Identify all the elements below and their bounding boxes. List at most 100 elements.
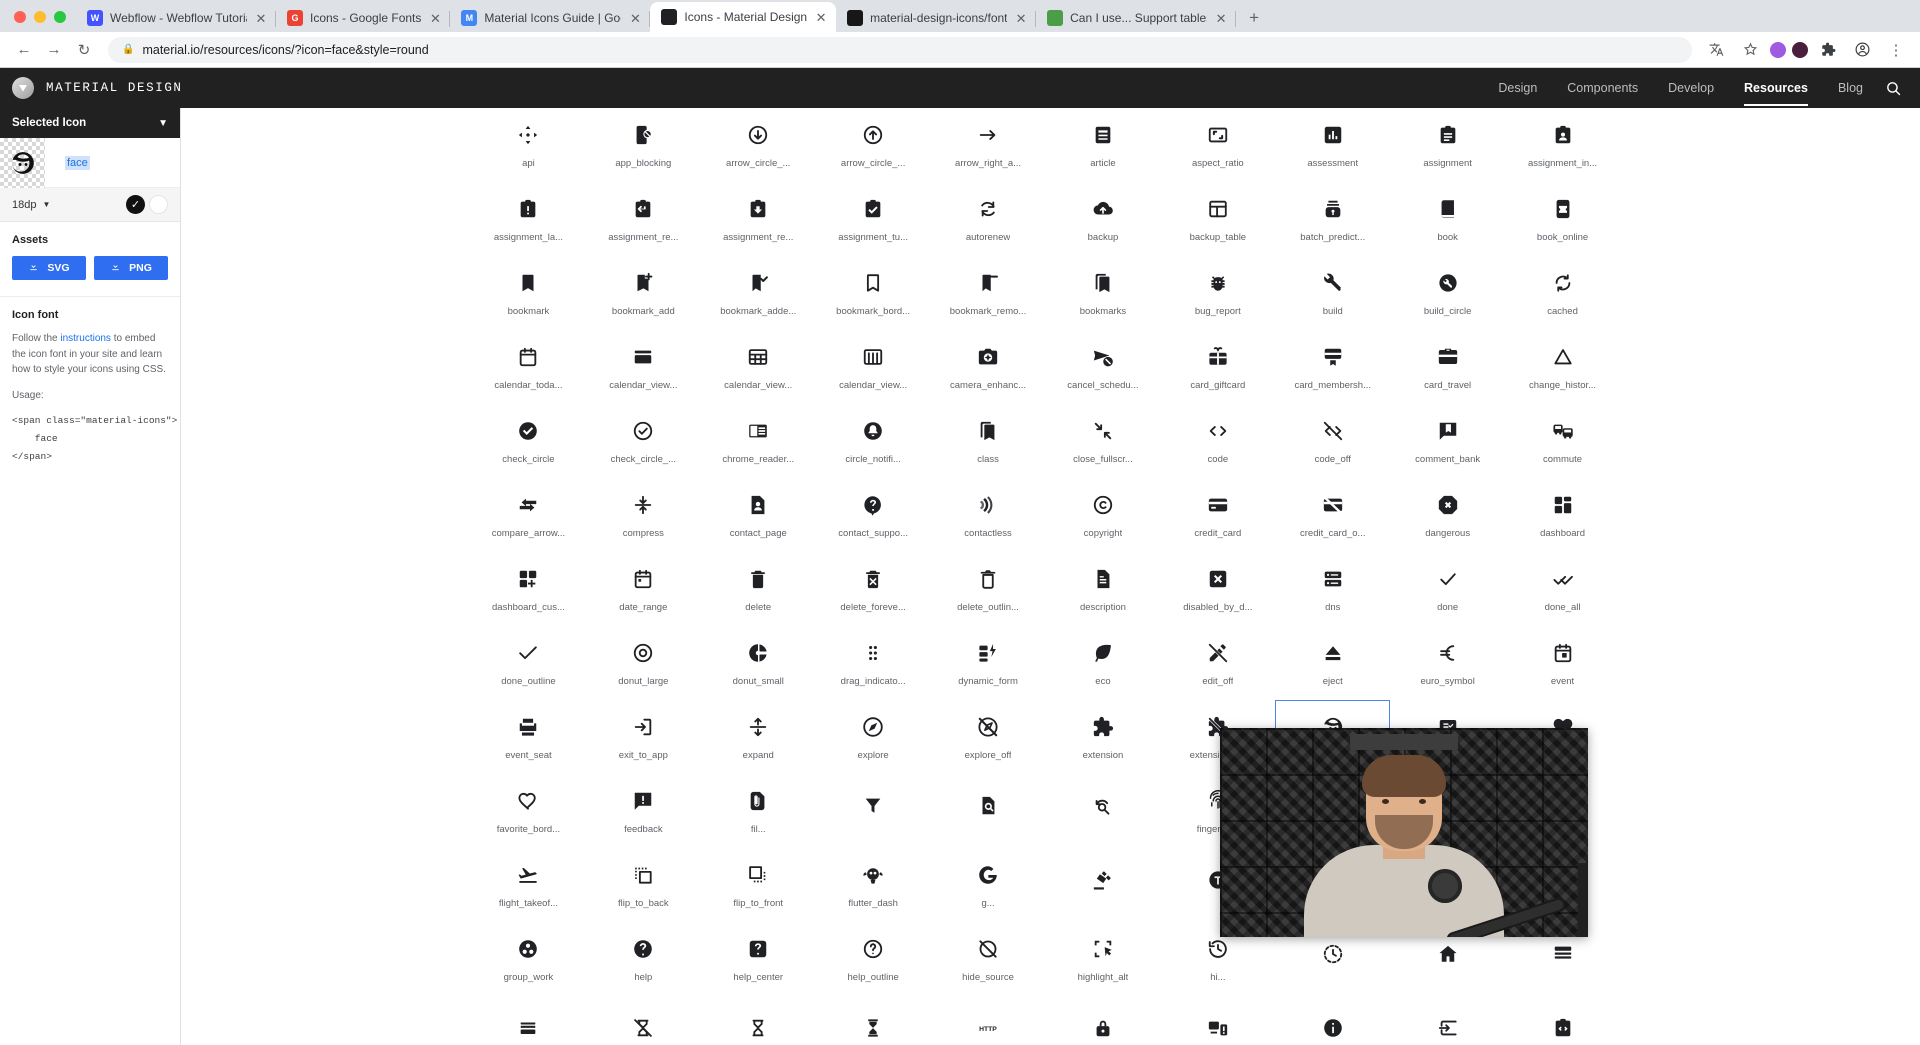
icon-cell-contactless[interactable]: contactless <box>931 478 1046 552</box>
icon-cell-hourglass_disabled[interactable] <box>586 996 701 1045</box>
icon-cell-exit_to_app[interactable]: exit_to_app <box>586 700 701 774</box>
icon-cell-app_blocking[interactable]: app_blocking <box>586 108 701 182</box>
icon-cell-group_work[interactable]: group_work <box>471 922 586 996</box>
icon-cell-assignment_ind[interactable]: assignment_in... <box>1505 108 1620 182</box>
icon-cell-bug_report[interactable]: bug_report <box>1160 256 1275 330</box>
new-tab-button[interactable]: + <box>1240 4 1268 32</box>
usage-code[interactable]: <span class="material-icons"> face </spa… <box>12 412 168 466</box>
browser-tab-2[interactable]: MMaterial Icons Guide | Googl✕ <box>450 4 650 32</box>
icon-cell-donut_large[interactable]: donut_large <box>586 626 701 700</box>
download-svg-button[interactable]: SVG <box>12 256 86 280</box>
icon-cell-dashboard_customize[interactable]: dashboard_cus... <box>471 552 586 626</box>
icon-cell-check_circle_outline[interactable]: check_circle_... <box>586 404 701 478</box>
icon-cell-event[interactable]: event <box>1505 626 1620 700</box>
icon-cell-eco[interactable]: eco <box>1046 626 1161 700</box>
icon-cell-description[interactable]: description <box>1046 552 1161 626</box>
icon-cell-assignment_turned_in[interactable]: assignment_tu... <box>816 182 931 256</box>
icon-cell-arrow_right_alt[interactable]: arrow_right_a... <box>931 108 1046 182</box>
extension-dark-icon[interactable] <box>1792 42 1808 58</box>
icon-cell-assessment[interactable]: assessment <box>1275 108 1390 182</box>
icon-cell-explore_off[interactable]: explore_off <box>931 700 1046 774</box>
selected-icon-header[interactable]: Selected Icon ▼ <box>0 108 180 138</box>
black-swatch[interactable]: ✓ <box>126 195 145 214</box>
icon-cell-done_all[interactable]: done_all <box>1505 552 1620 626</box>
nav-item-blog[interactable]: Blog <box>1838 70 1863 106</box>
icon-cell-feedback[interactable]: feedback <box>586 774 701 848</box>
icon-cell-help[interactable]: help <box>586 922 701 996</box>
icon-cell-flutter_dash[interactable]: flutter_dash <box>816 848 931 922</box>
address-bar[interactable]: 🔒 material.io/resources/icons/?icon=face… <box>108 37 1692 63</box>
icon-cell-card_travel[interactable]: card_travel <box>1390 330 1505 404</box>
icon-cell-contact_support[interactable]: contact_suppo... <box>816 478 931 552</box>
icon-cell-aspect_ratio[interactable]: aspect_ratio <box>1160 108 1275 182</box>
icon-cell-close_fullscreen[interactable]: close_fullscr... <box>1046 404 1161 478</box>
icon-cell-build_circle[interactable]: build_circle <box>1390 256 1505 330</box>
nav-item-design[interactable]: Design <box>1498 70 1537 106</box>
nav-item-resources[interactable]: Resources <box>1744 70 1808 106</box>
icon-cell-help_outline[interactable]: help_outline <box>816 922 931 996</box>
icon-cell-assignment_returned[interactable]: assignment_re... <box>701 182 816 256</box>
icon-cell-extension[interactable]: extension <box>1046 700 1161 774</box>
tab-close-icon[interactable]: ✕ <box>254 12 268 25</box>
back-icon[interactable]: ← <box>10 36 38 64</box>
icon-cell-contact_page[interactable]: contact_page <box>701 478 816 552</box>
icon-cell-cached[interactable]: cached <box>1505 256 1620 330</box>
icon-cell-assignment[interactable]: assignment <box>1390 108 1505 182</box>
icon-cell-backup_table[interactable]: backup_table <box>1160 182 1275 256</box>
icon-cell-delete_outline[interactable]: delete_outlin... <box>931 552 1046 626</box>
icon-cell-g_translate[interactable]: g... <box>931 848 1046 922</box>
icon-cell-gavel[interactable] <box>1046 848 1161 922</box>
icon-cell-edit_off[interactable]: edit_off <box>1160 626 1275 700</box>
icon-cell-delete[interactable]: delete <box>701 552 816 626</box>
search-icon[interactable] <box>1885 80 1902 97</box>
icon-cell-bookmark[interactable]: bookmark <box>471 256 586 330</box>
tab-close-icon[interactable]: ✕ <box>814 11 828 24</box>
icon-cell-expand[interactable]: expand <box>701 700 816 774</box>
icon-cell-circle_notifications[interactable]: circle_notifi... <box>816 404 931 478</box>
icon-cell-build[interactable]: build <box>1275 256 1390 330</box>
icon-cell-change_history[interactable]: change_histor... <box>1505 330 1620 404</box>
icon-cell-hourglass_full[interactable] <box>816 996 931 1045</box>
icon-cell-backup[interactable]: backup <box>1046 182 1161 256</box>
white-swatch[interactable] <box>149 195 168 214</box>
size-dropdown[interactable]: 18dp ▼ <box>12 199 50 211</box>
icon-cell-chrome_reader_mode[interactable]: chrome_reader... <box>701 404 816 478</box>
chrome-menu-icon[interactable]: ⋮ <box>1882 36 1910 64</box>
icon-cell-arrow_circle_up[interactable]: arrow_circle_... <box>816 108 931 182</box>
icon-cell-eject[interactable]: eject <box>1275 626 1390 700</box>
icon-cell-api[interactable]: api <box>471 108 586 182</box>
icon-cell-help_center[interactable]: help_center <box>701 922 816 996</box>
icon-cell-explore[interactable]: explore <box>816 700 931 774</box>
browser-tab-0[interactable]: WWebflow - Webflow Tutorials✕ <box>76 4 276 32</box>
browser-tab-1[interactable]: GIcons - Google Fonts✕ <box>276 4 450 32</box>
icon-cell-favorite_border[interactable]: favorite_bord... <box>471 774 586 848</box>
icon-cell-calendar_view_week[interactable]: calendar_view... <box>816 330 931 404</box>
icon-cell-dynamic_form[interactable]: dynamic_form <box>931 626 1046 700</box>
icon-cell-input[interactable] <box>1390 996 1505 1045</box>
icon-cell-cancel_schedule_send[interactable]: cancel_schedu... <box>1046 330 1161 404</box>
instructions-link[interactable]: instructions <box>60 333 111 344</box>
extensions-puzzle-icon[interactable] <box>1814 36 1842 64</box>
icon-cell-bookmark_add[interactable]: bookmark_add <box>586 256 701 330</box>
icon-cell-batch_prediction[interactable]: batch_predict... <box>1275 182 1390 256</box>
close-window-button[interactable] <box>14 11 26 23</box>
minimize-window-button[interactable] <box>34 11 46 23</box>
icon-cell-book_online[interactable]: book_online <box>1505 182 1620 256</box>
extension-purple-icon[interactable] <box>1770 42 1786 58</box>
tab-close-icon[interactable]: ✕ <box>428 12 442 25</box>
icon-cell-important_devices[interactable] <box>1160 996 1275 1045</box>
icon-cell-assignment_return[interactable]: assignment_re... <box>586 182 701 256</box>
icon-cell-code[interactable]: code <box>1160 404 1275 478</box>
icon-cell-bookmark_remove[interactable]: bookmark_remo... <box>931 256 1046 330</box>
icon-cell-dashboard[interactable]: dashboard <box>1505 478 1620 552</box>
browser-tab-5[interactable]: Can I use... Support tables for✕ <box>1036 4 1236 32</box>
icon-cell-donut_small[interactable]: donut_small <box>701 626 816 700</box>
icon-cell-copyright[interactable]: copyright <box>1046 478 1161 552</box>
icon-cell-camera_enhance[interactable]: camera_enhanc... <box>931 330 1046 404</box>
icon-cell-http[interactable]: HTTP <box>931 996 1046 1045</box>
icon-cell-class[interactable]: class <box>931 404 1046 478</box>
nav-item-components[interactable]: Components <box>1567 70 1638 106</box>
chevron-down-icon[interactable]: ▼ <box>158 118 168 129</box>
translate-icon[interactable] <box>1702 36 1730 64</box>
icon-cell-drag_indicator[interactable]: drag_indicato... <box>816 626 931 700</box>
